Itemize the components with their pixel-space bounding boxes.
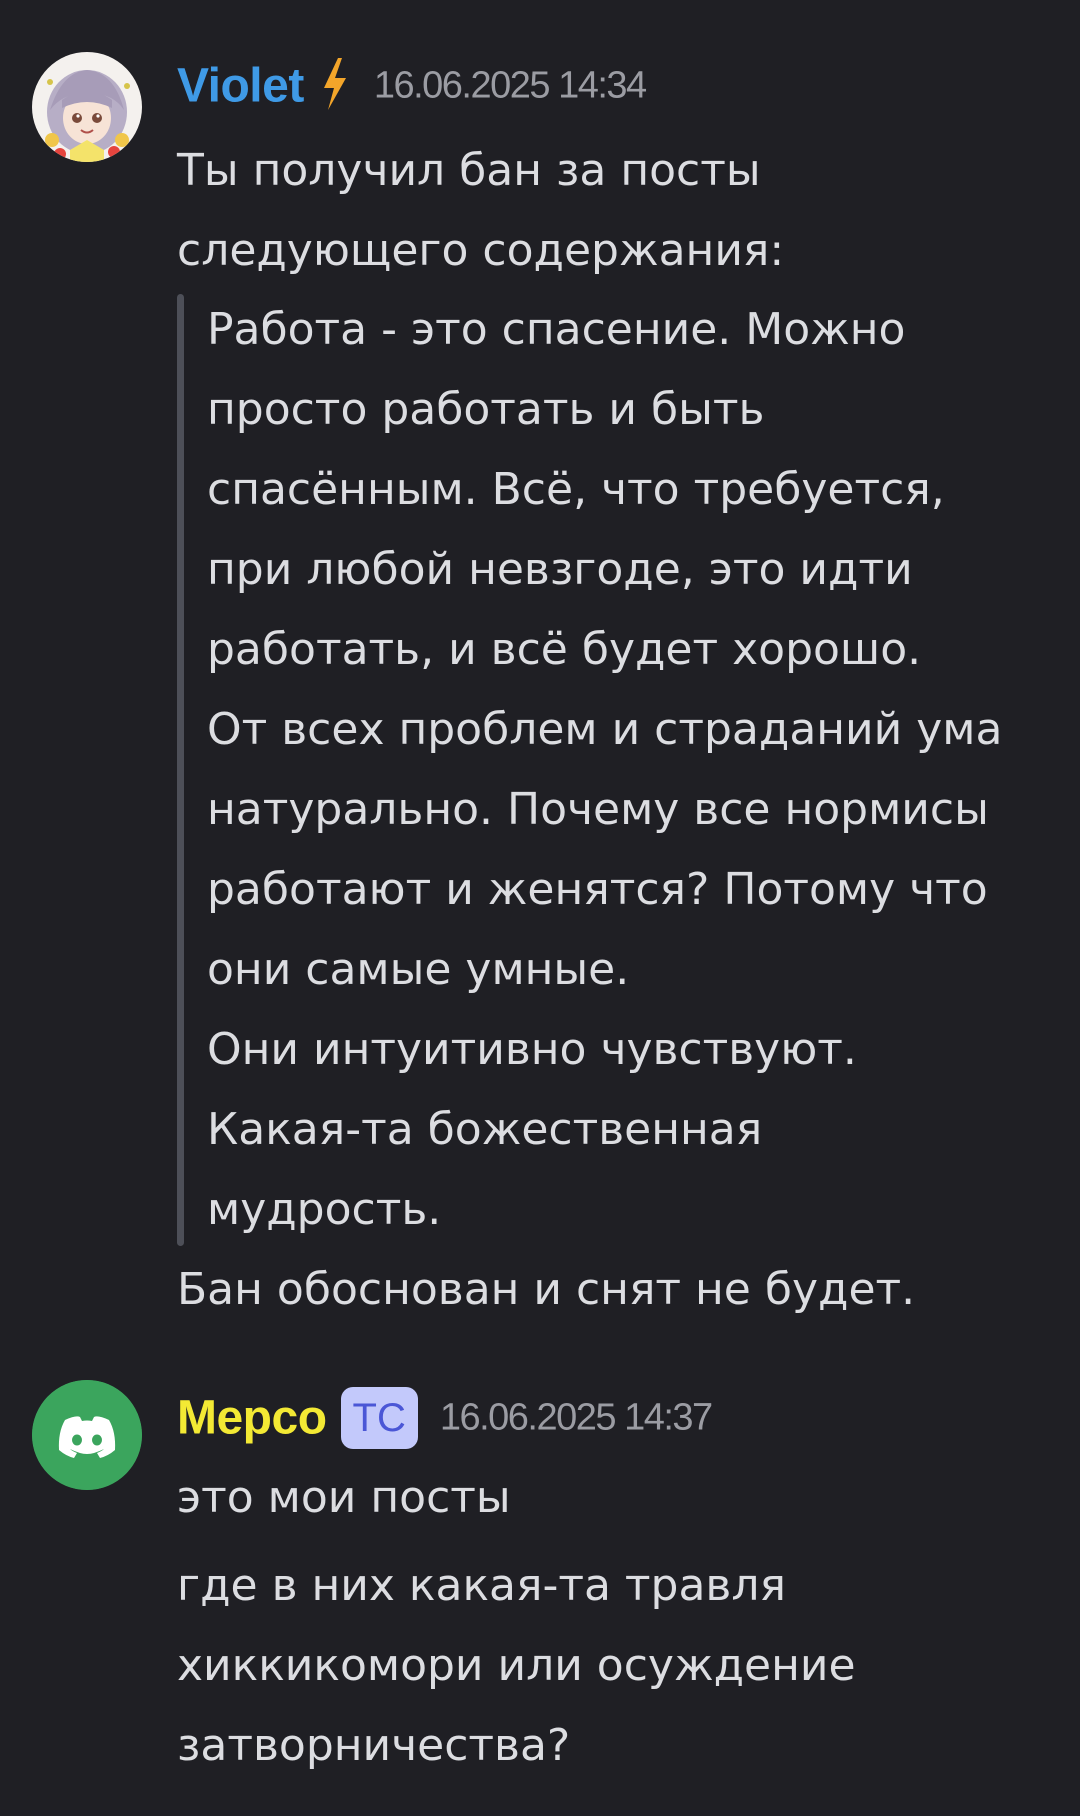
text-line: это мои посты [177, 1472, 511, 1523]
text-line: Бан обоснован и снят не будет. [177, 1264, 916, 1315]
avatar-mepco[interactable] [32, 1380, 142, 1490]
message-outro: Бан обоснован и снят не будет. [177, 1250, 915, 1330]
blockquote: Работа - это спасение. Можно просто рабо… [177, 290, 1002, 1250]
timestamp: 16.06.2025 14:34 [373, 64, 647, 107]
anime-girl-avatar-icon [32, 52, 142, 162]
message-intro: Ты получил бан за посты следующего содер… [177, 131, 784, 291]
quote-line: Какая-та божественная [207, 1104, 763, 1155]
quote-line: работать, и всё будет хорошо. [207, 624, 922, 675]
avatar-violet[interactable] [32, 52, 142, 162]
quote-line: натурально. Почему все нормисы [207, 784, 989, 835]
discord-logo-icon [32, 1380, 142, 1490]
quote-line: спасённым. Всё, что требуется, [207, 464, 945, 515]
text-line: где в них какая-та травля [177, 1560, 786, 1611]
username[interactable]: Violet [177, 60, 304, 113]
text-line: следующего содержания: [177, 225, 785, 276]
blockquote-bar [177, 294, 184, 1246]
text-line: Ты получил бан за посты [177, 145, 761, 196]
text-line: затворничества? [177, 1720, 571, 1771]
quote-line: при любой невзгоде, это идти [207, 544, 913, 595]
role-badge: TC [340, 1387, 418, 1449]
quote-line: От всех проблем и страданий ума [207, 704, 1003, 755]
message-header: Violet 16.06.2025 14:34 [177, 56, 647, 116]
timestamp: 16.06.2025 14:37 [439, 1396, 713, 1439]
message-header: Mepco TC 16.06.2025 14:37 [177, 1387, 713, 1449]
quote-line: они самые умные. [207, 944, 630, 995]
quote-line: работают и женятся? Потому что [207, 864, 988, 915]
quote-line: Работа - это спасение. Можно [207, 304, 906, 355]
text-line: хиккикомори или осуждение [177, 1640, 856, 1691]
lightning-bolt-icon [318, 56, 350, 116]
blockquote-text: Работа - это спасение. Можно просто рабо… [207, 290, 1002, 1250]
quote-line: Они интуитивно чувствуют. [207, 1024, 857, 1075]
message-body: это мои посты где в них какая-та травля … [177, 1458, 856, 1786]
quote-line: мудрость. [207, 1184, 442, 1235]
username[interactable]: Mepco [177, 1392, 327, 1445]
quote-line: просто работать и быть [207, 384, 765, 435]
